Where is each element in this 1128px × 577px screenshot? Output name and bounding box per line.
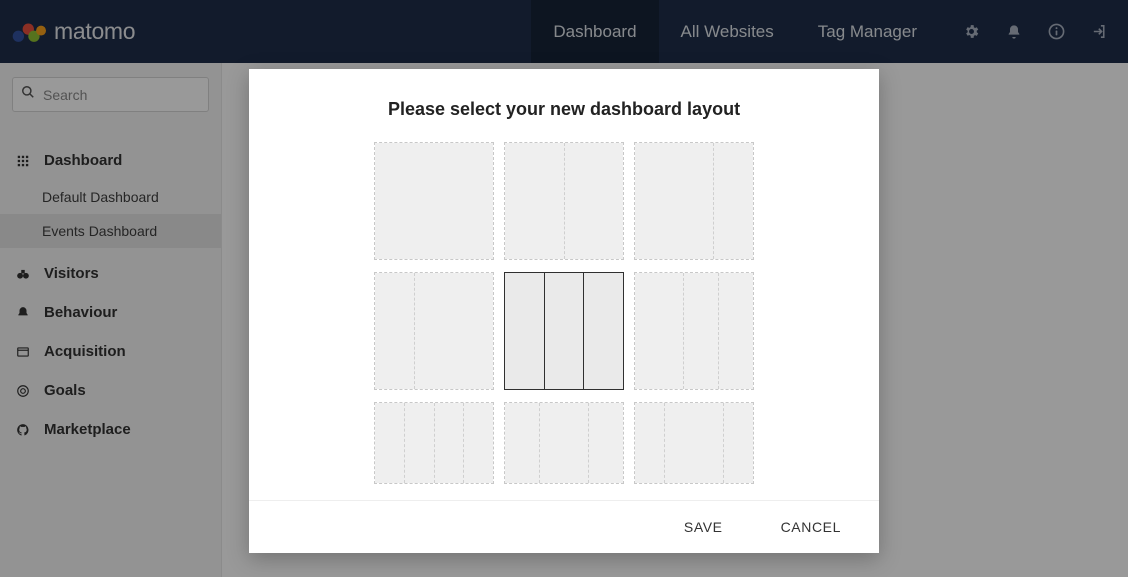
save-button[interactable]: SAVE [684, 519, 723, 535]
layout-option-3col-30-40-30[interactable] [504, 402, 624, 484]
layout-option-2col-50-50[interactable] [504, 142, 624, 260]
modal-title: Please select your new dashboard layout [249, 69, 879, 142]
layout-option-1col[interactable] [374, 142, 494, 260]
layout-option-3col-40-30-30[interactable] [634, 272, 754, 390]
modal-actions: SAVE CANCEL [249, 500, 879, 553]
cancel-button[interactable]: CANCEL [781, 519, 841, 535]
layout-option-4col[interactable] [374, 402, 494, 484]
layout-option-2col-33-67[interactable] [374, 272, 494, 390]
layout-option-2col-67-33[interactable] [634, 142, 754, 260]
layout-option-3col-25-50-25[interactable] [634, 402, 754, 484]
layout-grid [249, 142, 879, 500]
modal-overlay[interactable]: Please select your new dashboard layout [0, 0, 1128, 577]
layout-modal: Please select your new dashboard layout [249, 69, 879, 553]
layout-option-3col-equal[interactable] [504, 272, 624, 390]
